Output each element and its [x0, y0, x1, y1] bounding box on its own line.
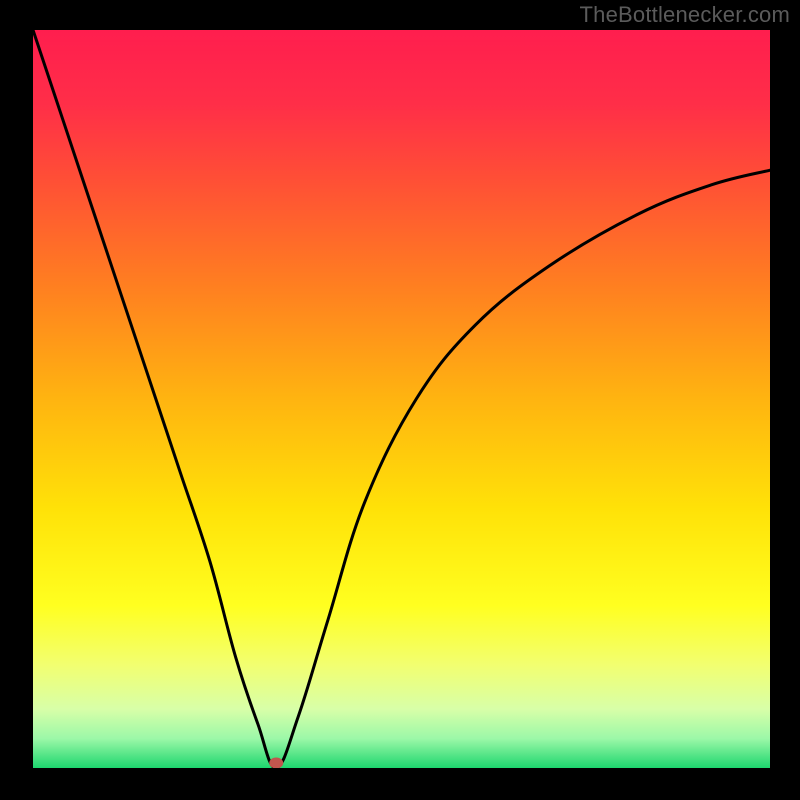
chart-stage: TheBottlenecker.com	[0, 0, 800, 800]
optimal-point-marker	[269, 758, 283, 769]
watermark-text: TheBottlenecker.com	[580, 2, 790, 28]
chart-plot-area	[33, 30, 770, 768]
heatmap-background	[33, 30, 770, 768]
chart-svg	[33, 30, 770, 768]
